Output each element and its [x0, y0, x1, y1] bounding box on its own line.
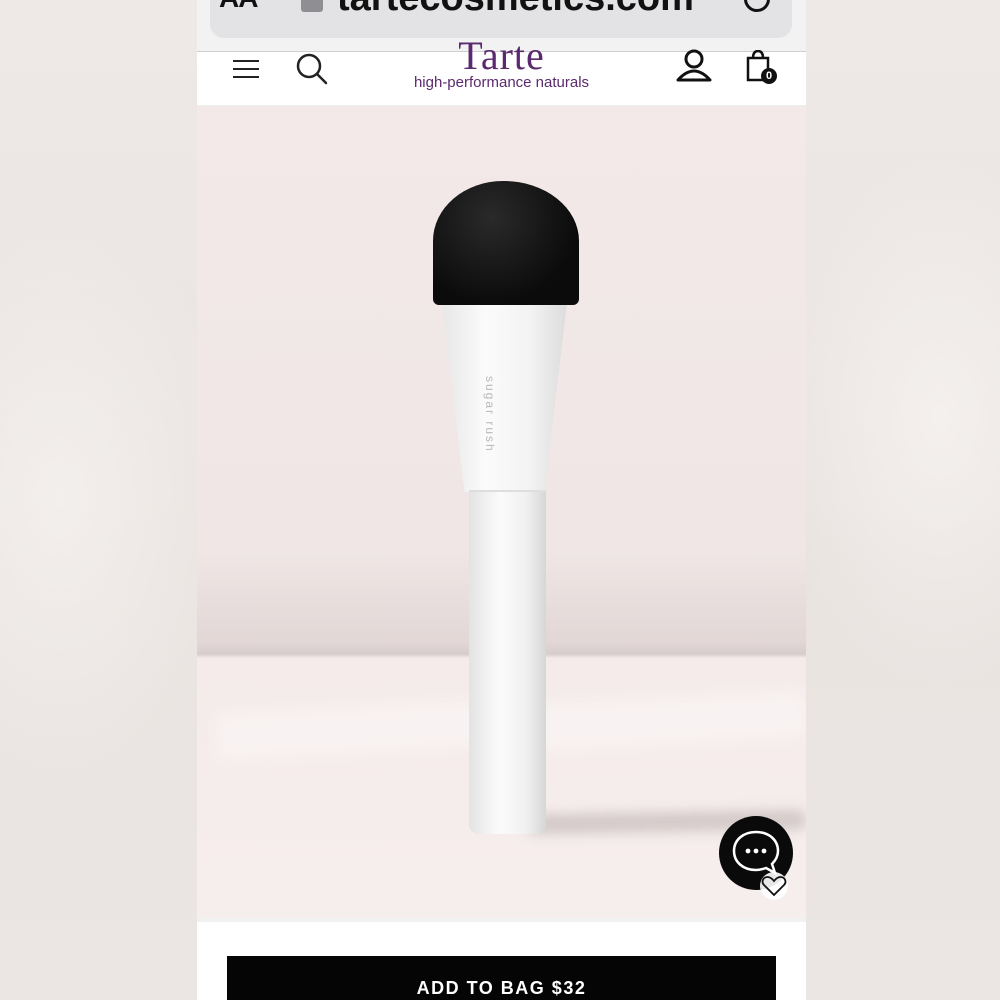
account-icon[interactable]	[675, 48, 713, 84]
add-to-bag-button[interactable]: ADD TO BAG $32	[227, 956, 776, 1000]
lock-icon	[301, 0, 323, 12]
url-text[interactable]: tartecosmetics.com	[337, 0, 694, 18]
bag-count-badge: 0	[761, 68, 777, 84]
product-image[interactable]: sugar rush	[197, 106, 806, 918]
logo-tagline: high-performance naturals	[413, 74, 590, 91]
text-size-button[interactable]: AA	[219, 0, 258, 12]
brush-handle	[469, 490, 546, 834]
brush-bristles	[433, 181, 579, 305]
light-streak	[525, 690, 806, 752]
logo-wordmark[interactable]: Tarte	[197, 36, 806, 76]
heart-icon[interactable]	[759, 872, 789, 900]
site-header: Tarte high-performance naturals 0	[197, 36, 806, 106]
brush-seam	[469, 490, 546, 492]
brush-brand-text: sugar rush	[483, 376, 497, 453]
purchase-bar: ADD TO BAG $32	[197, 918, 806, 1000]
phone-screen: AA tartecosmetics.com Tarte high-perform…	[197, 0, 806, 1000]
brush-ferrule	[442, 302, 567, 492]
